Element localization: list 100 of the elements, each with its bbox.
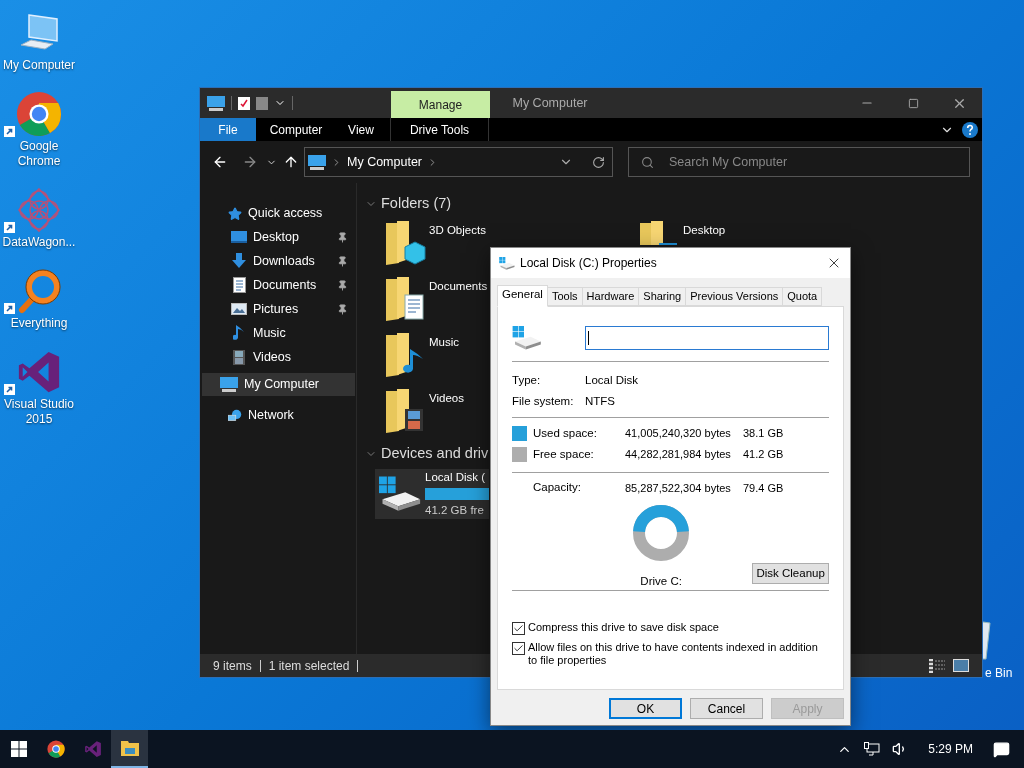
dialog-button[interactable]: OK: [609, 698, 682, 719]
picture-icon: [231, 303, 247, 315]
visual-studio-logo-icon: [83, 740, 102, 758]
pin-icon[interactable]: [337, 279, 348, 291]
network-globe-icon: [228, 407, 242, 424]
checkbox[interactable]: [512, 642, 525, 656]
folder-icon: [385, 275, 427, 323]
folder-label[interactable]: Music: [429, 334, 460, 352]
network-icon[interactable]: [864, 742, 881, 756]
download-arrow-icon: [232, 253, 246, 269]
space-label: Used space:: [533, 425, 598, 441]
nav-item[interactable]: Pictures: [200, 297, 356, 321]
nav-item[interactable]: Desktop: [200, 225, 356, 249]
back-icon[interactable]: [212, 154, 228, 170]
notifications-icon[interactable]: [993, 740, 1010, 758]
usage-bar: [425, 488, 489, 500]
drive-free-space: 41.2 GB fre: [425, 503, 485, 518]
search-icon: [641, 156, 654, 169]
forward-icon[interactable]: [242, 154, 258, 170]
capacity-bytes: 85,287,522,304 bytes: [625, 480, 732, 496]
refresh-icon[interactable]: [592, 155, 605, 169]
magnifier-icon: [16, 268, 62, 314]
desktop-icon-label[interactable]: DataWagon...: [0, 235, 78, 250]
dialog-tab[interactable]: Sharing: [639, 287, 687, 306]
dialog-tab[interactable]: Quota: [783, 287, 823, 306]
nav-item[interactable]: Music: [200, 321, 356, 345]
checkbox-label[interactable]: Allow files on this drive to have contents indexed in addition to file properties: [528, 641, 829, 668]
address-path[interactable]: My Computer: [347, 152, 423, 172]
nav-item[interactable]: Quick access: [202, 202, 355, 225]
maximize-icon[interactable]: [907, 97, 919, 109]
folder-label[interactable]: Videos: [429, 390, 464, 408]
drive-icon: [499, 256, 515, 270]
drive-tile[interactable]: Local Disk ( 41.2 GB fre: [375, 469, 489, 519]
windows-logo-icon[interactable]: [10, 741, 27, 757]
capacity-size: 79.4 GB: [743, 480, 784, 496]
large-icons-view-icon[interactable]: [953, 659, 969, 672]
space-bytes: 44,282,281,984 bytes: [625, 447, 732, 463]
folder-label[interactable]: Documents: [429, 278, 488, 296]
desktop-icon-label[interactable]: My Computer: [0, 58, 78, 73]
dialog-title: Local Disk (C:) Properties: [520, 255, 657, 272]
address-bar[interactable]: My Computer: [304, 147, 613, 177]
pin-icon[interactable]: [337, 303, 348, 315]
pin-icon[interactable]: [337, 231, 348, 243]
film-icon: [233, 349, 245, 365]
space-bytes: 41,005,240,320 bytes: [625, 426, 732, 442]
file-tab[interactable]: File: [200, 118, 256, 141]
desktop-icon-label[interactable]: Everything: [0, 316, 78, 331]
folder-label[interactable]: Desktop: [683, 222, 726, 240]
dialog-tab[interactable]: Hardware: [582, 287, 640, 306]
dialog-tab[interactable]: Tools: [547, 287, 583, 306]
nav-item[interactable]: Videos: [200, 345, 356, 369]
drive-name: Local Disk (: [425, 469, 487, 485]
drive-icon: [512, 326, 542, 350]
checkbox[interactable]: [512, 622, 525, 636]
property-value: NTFS: [585, 393, 616, 409]
folder-icon: [385, 219, 427, 267]
clock[interactable]: 5:29 PM: [928, 740, 973, 758]
space-size: 41.2 GB: [743, 447, 784, 463]
group-heading: Folders (7): [381, 194, 452, 214]
space-size: 38.1 GB: [743, 426, 784, 442]
used-space-arc: [633, 505, 690, 533]
capacity-label: Capacity:: [533, 480, 582, 496]
manage-context-tab[interactable]: Manage: [391, 91, 490, 118]
computer-icon: [308, 154, 326, 170]
drive-name-field[interactable]: [584, 326, 829, 350]
folder-icon[interactable]: [120, 740, 139, 756]
desktop-icon-label[interactable]: e Bin: [985, 664, 1013, 682]
details-view-icon[interactable]: [929, 658, 945, 673]
dialog-tab[interactable]: General: [497, 285, 548, 307]
folder-label[interactable]: 3D Objects: [429, 222, 486, 240]
ribbon-tab[interactable]: Computer: [256, 118, 336, 141]
taskbar-app[interactable]: [111, 730, 148, 768]
help-icon[interactable]: [962, 121, 978, 138]
checkbox-label[interactable]: Compress this drive to save disk space: [528, 621, 829, 635]
up-icon[interactable]: [283, 154, 299, 170]
dialog-tab[interactable]: Previous Versions: [686, 287, 784, 306]
pin-icon[interactable]: [337, 255, 348, 267]
chrome-logo-icon: [46, 740, 65, 758]
dialog-button[interactable]: Cancel: [690, 698, 763, 719]
desktop-icon: [231, 231, 247, 243]
item-count: 9 items: [213, 657, 252, 675]
new-folder-icon[interactable]: [256, 96, 268, 110]
desktop-icon-label[interactable]: Google Chrome: [0, 139, 78, 169]
nav-item[interactable]: My Computer: [202, 373, 355, 396]
ribbon-tab[interactable]: Drive Tools: [390, 118, 489, 141]
disk-cleanup-button[interactable]: Disk Cleanup: [752, 563, 829, 585]
desktop-icon-label[interactable]: Visual Studio 2015: [0, 397, 78, 427]
star-icon: [228, 206, 242, 221]
nav-item[interactable]: Network: [202, 404, 355, 427]
selection-count: 1 item selected: [268, 657, 350, 675]
document-icon: [232, 277, 246, 293]
computer-icon: [207, 95, 225, 111]
nav-item[interactable]: Documents: [200, 273, 356, 297]
property-label: Type:: [512, 372, 542, 388]
properties-checklist-icon[interactable]: [238, 96, 250, 110]
ribbon-tab[interactable]: View: [336, 118, 386, 141]
search-field[interactable]: Search My Computer: [628, 147, 970, 177]
nav-item[interactable]: Downloads: [200, 249, 356, 273]
visual-studio-logo-icon: [16, 349, 62, 395]
property-label: File system:: [512, 393, 575, 409]
